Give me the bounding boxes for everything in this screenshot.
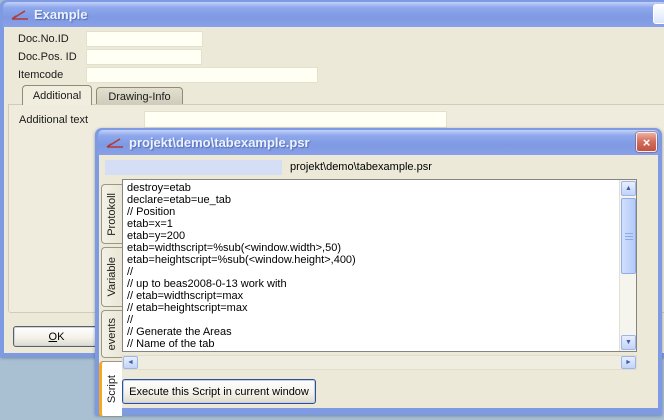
side-tab-events-label: events bbox=[106, 318, 118, 350]
side-tab-events[interactable]: events bbox=[101, 310, 122, 358]
side-tab-protokoll[interactable]: Protokoll bbox=[101, 184, 122, 244]
window-title: Example bbox=[34, 7, 87, 22]
tab-additional[interactable]: Additional bbox=[22, 85, 92, 105]
dialog-input-field[interactable] bbox=[105, 160, 282, 175]
side-tab-script-label: Script bbox=[106, 375, 118, 403]
script-editor-text[interactable]: destroy=etab declare=etab=ue_tab // Posi… bbox=[123, 180, 619, 351]
tab-drawing-info[interactable]: Drawing-Info bbox=[96, 87, 183, 105]
scroll-right-button[interactable]: ► bbox=[621, 356, 636, 369]
scroll-down-icon: ▼ bbox=[625, 339, 632, 346]
dialog-title: projekt\demo\tabexample.psr bbox=[129, 135, 310, 150]
thumb-grip-icon bbox=[625, 233, 633, 240]
script-dialog-titlebar[interactable]: projekt\demo\tabexample.psr bbox=[98, 130, 659, 155]
desktop: Example Doc.No.ID Doc.Pos. ID Itemcode A… bbox=[0, 0, 664, 420]
side-tab-script[interactable]: Script bbox=[99, 361, 122, 417]
vertical-scrollbar-thumb[interactable] bbox=[621, 198, 636, 274]
script-dialog: projekt\demo\tabexample.psr × projekt\de… bbox=[95, 128, 662, 415]
scroll-left-icon: ◄ bbox=[127, 359, 134, 366]
doc-no-id-field[interactable] bbox=[86, 31, 203, 47]
itemcode-field[interactable] bbox=[86, 67, 318, 83]
window-control-button-partial[interactable] bbox=[653, 4, 664, 24]
horizontal-scrollbar[interactable]: ◄ ► bbox=[122, 355, 637, 370]
scroll-up-icon: ▲ bbox=[625, 185, 632, 192]
field-label-itemcode: Itemcode bbox=[18, 69, 63, 81]
execute-script-button-label: Execute this Script in current window bbox=[129, 386, 309, 398]
script-editor: destroy=etab declare=etab=ue_tab // Posi… bbox=[122, 179, 637, 352]
side-tab-variable-label: Variable bbox=[106, 257, 118, 297]
scroll-up-button[interactable]: ▲ bbox=[621, 181, 636, 196]
scroll-down-button[interactable]: ▼ bbox=[621, 335, 636, 350]
ok-button[interactable]: OK bbox=[13, 326, 100, 347]
ok-button-label: OK bbox=[49, 331, 65, 343]
additional-text-label: Additional text bbox=[19, 114, 88, 126]
execute-script-button[interactable]: Execute this Script in current window bbox=[122, 379, 316, 404]
script-dialog-body: projekt\demo\tabexample.psr Protokoll Va… bbox=[99, 155, 658, 408]
tab-drawing-info-label: Drawing-Info bbox=[108, 91, 170, 103]
field-label-doc-pos-id: Doc.Pos. ID bbox=[18, 51, 77, 63]
close-icon: × bbox=[643, 136, 651, 149]
side-tab-protokoll-label: Protokoll bbox=[106, 193, 118, 236]
side-tab-variable[interactable]: Variable bbox=[101, 247, 122, 307]
dialog-angle-icon bbox=[105, 136, 125, 150]
doc-pos-id-field[interactable] bbox=[86, 49, 202, 65]
app-angle-icon bbox=[10, 8, 30, 22]
scroll-left-button[interactable]: ◄ bbox=[123, 356, 138, 369]
script-path-label: projekt\demo\tabexample.psr bbox=[290, 161, 432, 173]
example-window-titlebar[interactable]: Example bbox=[3, 2, 664, 27]
vertical-scrollbar[interactable]: ▲ ▼ bbox=[619, 180, 636, 351]
close-button[interactable]: × bbox=[636, 132, 657, 152]
additional-text-field[interactable] bbox=[144, 111, 447, 128]
field-label-doc-no-id: Doc.No.ID bbox=[18, 33, 69, 45]
scroll-right-icon: ► bbox=[625, 359, 632, 366]
tab-additional-label: Additional bbox=[33, 90, 81, 102]
